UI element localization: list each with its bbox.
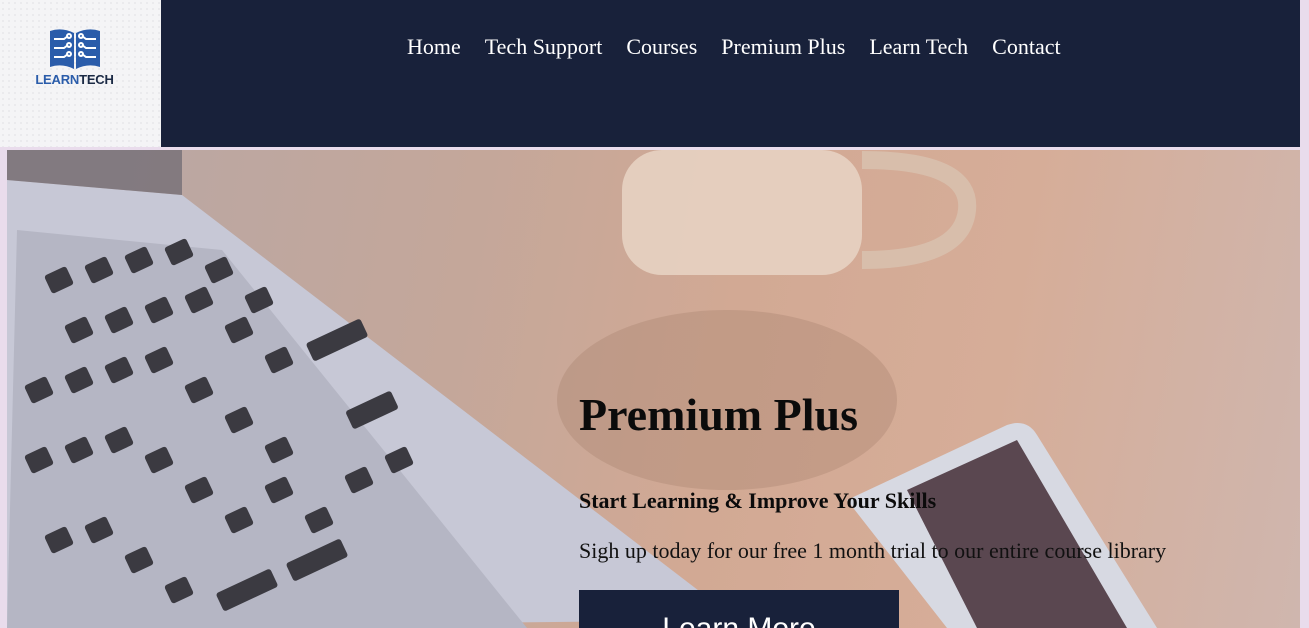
logo-text-learn: LEARN <box>35 72 80 87</box>
logo[interactable]: LEARNTECH <box>0 0 161 147</box>
nav-courses[interactable]: Courses <box>626 34 697 60</box>
site-header: LEARNTECH Home Tech Support Courses Prem… <box>0 0 1300 147</box>
nav-home[interactable]: Home <box>407 34 461 60</box>
nav-learn-tech[interactable]: Learn Tech <box>869 34 968 60</box>
hero-title: Premium Plus <box>579 389 858 440</box>
nav-contact[interactable]: Contact <box>992 34 1060 60</box>
main-nav: Home Tech Support Courses Premium Plus L… <box>407 34 1085 60</box>
logo-text-tech: TECH <box>79 72 114 87</box>
learn-more-button[interactable]: Learn More <box>579 590 899 628</box>
logo-wordmark: LEARNTECH <box>0 72 149 87</box>
hero-banner: Premium Plus Start Learning & Improve Yo… <box>7 150 1300 628</box>
nav-tech-support[interactable]: Tech Support <box>485 34 603 60</box>
nav-premium-plus[interactable]: Premium Plus <box>721 34 845 60</box>
circuit-book-icon <box>50 29 100 69</box>
hero-subtitle: Start Learning & Improve Your Skills <box>579 488 937 513</box>
hero-description: Sigh up today for our free 1 month trial… <box>579 538 1167 563</box>
